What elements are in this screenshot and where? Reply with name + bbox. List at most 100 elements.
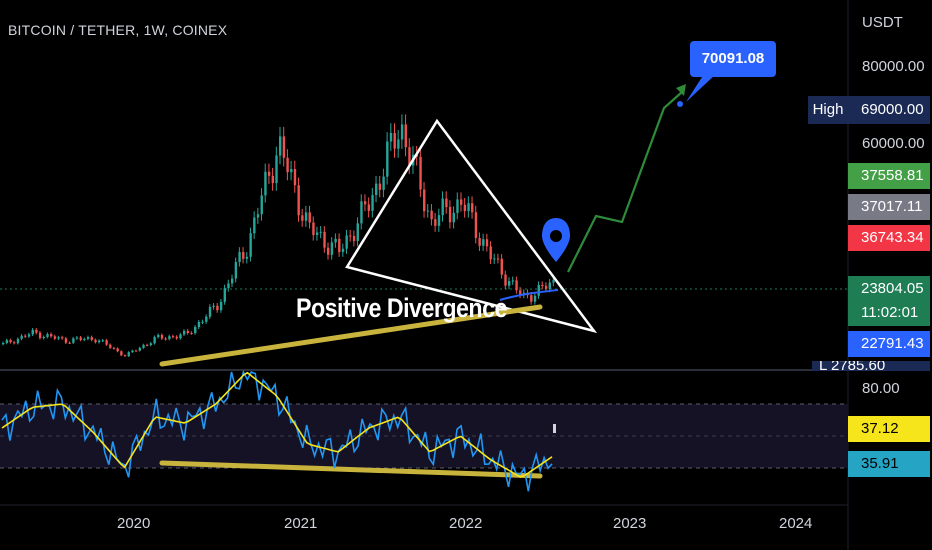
- candle-body: [382, 176, 385, 190]
- candle-body: [201, 321, 204, 323]
- candle-body: [330, 242, 334, 255]
- axis-unit: USDT: [862, 14, 903, 31]
- candle-body: [496, 258, 500, 260]
- high-label: High: [808, 96, 848, 124]
- candle-body: [389, 132, 393, 142]
- candle-body: [61, 337, 64, 339]
- candle-body: [142, 344, 145, 348]
- candle-body: [386, 141, 389, 177]
- candle-body: [349, 235, 352, 237]
- price-tick-80000: 80000.00: [862, 58, 925, 75]
- candle-body: [430, 210, 433, 220]
- candle-body: [212, 305, 215, 307]
- candle-body: [375, 183, 378, 196]
- candle-body: [312, 222, 315, 235]
- candle-body: [334, 238, 337, 243]
- year-2024: 2024: [779, 515, 813, 532]
- candle-body: [75, 337, 79, 339]
- candle-body: [515, 280, 518, 291]
- candle-body: [378, 183, 382, 190]
- candle-body: [356, 223, 359, 241]
- candle-body: [397, 139, 400, 149]
- candle-body: [434, 219, 437, 226]
- candle-body: [249, 233, 252, 257]
- candle-body: [2, 342, 5, 345]
- candle-body: [319, 231, 323, 233]
- candle-body: [219, 301, 223, 311]
- price-tick-60000: 60000.00: [862, 135, 925, 152]
- badge-price-3: 36743.34: [848, 225, 930, 251]
- candle-body: [146, 344, 149, 346]
- candle-body: [293, 169, 297, 186]
- candle-body: [245, 256, 249, 259]
- candle-body: [393, 132, 396, 149]
- price-chart[interactable]: [0, 0, 932, 550]
- candle-body: [179, 334, 182, 339]
- rsi-badge: 35.91: [848, 451, 930, 477]
- badge-countdown: 11:02:01: [848, 300, 930, 326]
- candle-body: [264, 171, 267, 196]
- candle-body: [511, 280, 515, 282]
- candle-body: [234, 262, 238, 279]
- candle-body: [308, 212, 311, 223]
- candle-body: [437, 215, 441, 226]
- candle-body: [168, 336, 171, 339]
- candle-body: [297, 185, 300, 216]
- candle-body: [238, 252, 241, 263]
- candle-body: [485, 239, 489, 247]
- candle-body: [149, 343, 153, 346]
- candle-body: [341, 248, 345, 252]
- candle-body: [279, 136, 282, 156]
- candle-body: [323, 231, 326, 248]
- candle-body: [489, 246, 492, 260]
- candle-body: [253, 217, 256, 234]
- candle-body: [131, 350, 134, 353]
- badge-last-price: 23804.05: [848, 276, 930, 302]
- candle-body: [367, 204, 371, 211]
- chart-title: BITCOIN / TETHER, 1W, COINEX: [8, 22, 228, 38]
- candle-body: [94, 339, 97, 343]
- candle-body: [42, 336, 46, 339]
- candle-body: [507, 281, 511, 286]
- candle-body: [541, 284, 544, 286]
- projection-path[interactable]: [567, 91, 683, 273]
- candle-body: [441, 198, 444, 216]
- candle-body: [426, 210, 430, 212]
- candle-body: [216, 305, 219, 311]
- candle-body: [72, 338, 75, 343]
- candle-body: [157, 335, 160, 338]
- candle-body: [286, 157, 289, 173]
- candle-body: [9, 340, 12, 343]
- candle-body: [227, 283, 230, 289]
- location-pin-icon[interactable]: [542, 218, 570, 262]
- candle-body: [68, 342, 71, 344]
- candle-body: [533, 295, 537, 302]
- candle-body: [98, 340, 101, 343]
- candle-body: [230, 278, 234, 284]
- candle-body: [35, 329, 38, 333]
- candle-body: [482, 239, 485, 246]
- candle-body: [194, 327, 197, 334]
- candle-body: [371, 195, 374, 211]
- candle-body: [138, 347, 142, 351]
- candle-body: [456, 199, 459, 213]
- candle-body: [116, 348, 119, 352]
- candle-body: [105, 340, 108, 345]
- candle-body: [208, 306, 212, 317]
- candle-body: [338, 238, 341, 252]
- candle-body: [282, 136, 286, 158]
- year-2020: 2020: [117, 515, 151, 532]
- candle-body: [301, 215, 304, 221]
- divergence-annotation[interactable]: Positive Divergence: [296, 293, 507, 324]
- candle-body: [13, 342, 16, 344]
- candle-body: [345, 235, 348, 249]
- candle-body: [53, 336, 57, 339]
- candle-body: [363, 201, 367, 205]
- candle-body: [134, 350, 138, 352]
- badge-price-1: 37558.81: [848, 163, 930, 189]
- target-dot: [677, 101, 683, 107]
- target-price-callout[interactable]: 70091.08: [690, 41, 776, 77]
- candle-body: [31, 329, 34, 335]
- candle-body: [471, 203, 474, 213]
- candle-body: [242, 252, 245, 259]
